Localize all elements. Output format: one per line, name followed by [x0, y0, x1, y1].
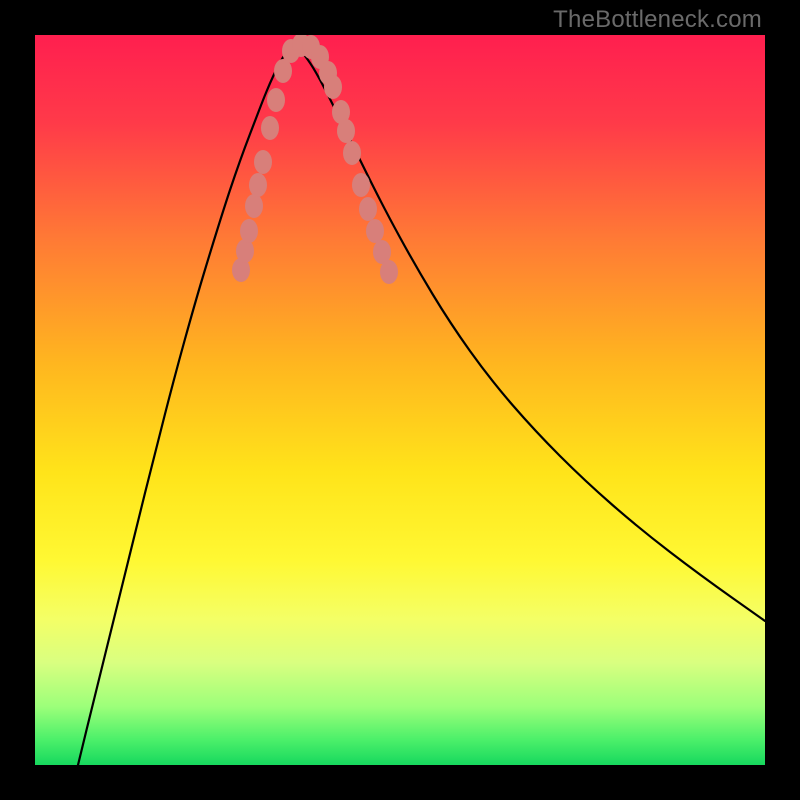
marker-point — [343, 141, 361, 165]
marker-point — [249, 173, 267, 197]
watermark-text: TheBottleneck.com — [553, 6, 762, 34]
marker-point — [359, 197, 377, 221]
chart-frame: TheBottleneck.com — [0, 0, 800, 800]
marker-point — [324, 75, 342, 99]
marker-point — [352, 173, 370, 197]
marker-point — [245, 194, 263, 218]
marker-point — [254, 150, 272, 174]
right-curve — [295, 45, 765, 621]
marker-point — [261, 116, 279, 140]
curve-layer — [35, 35, 765, 765]
marker-point — [366, 219, 384, 243]
marker-point — [267, 88, 285, 112]
marker-point — [240, 219, 258, 243]
plot-area — [35, 35, 765, 765]
marker-point — [380, 260, 398, 284]
marker-point — [337, 119, 355, 143]
